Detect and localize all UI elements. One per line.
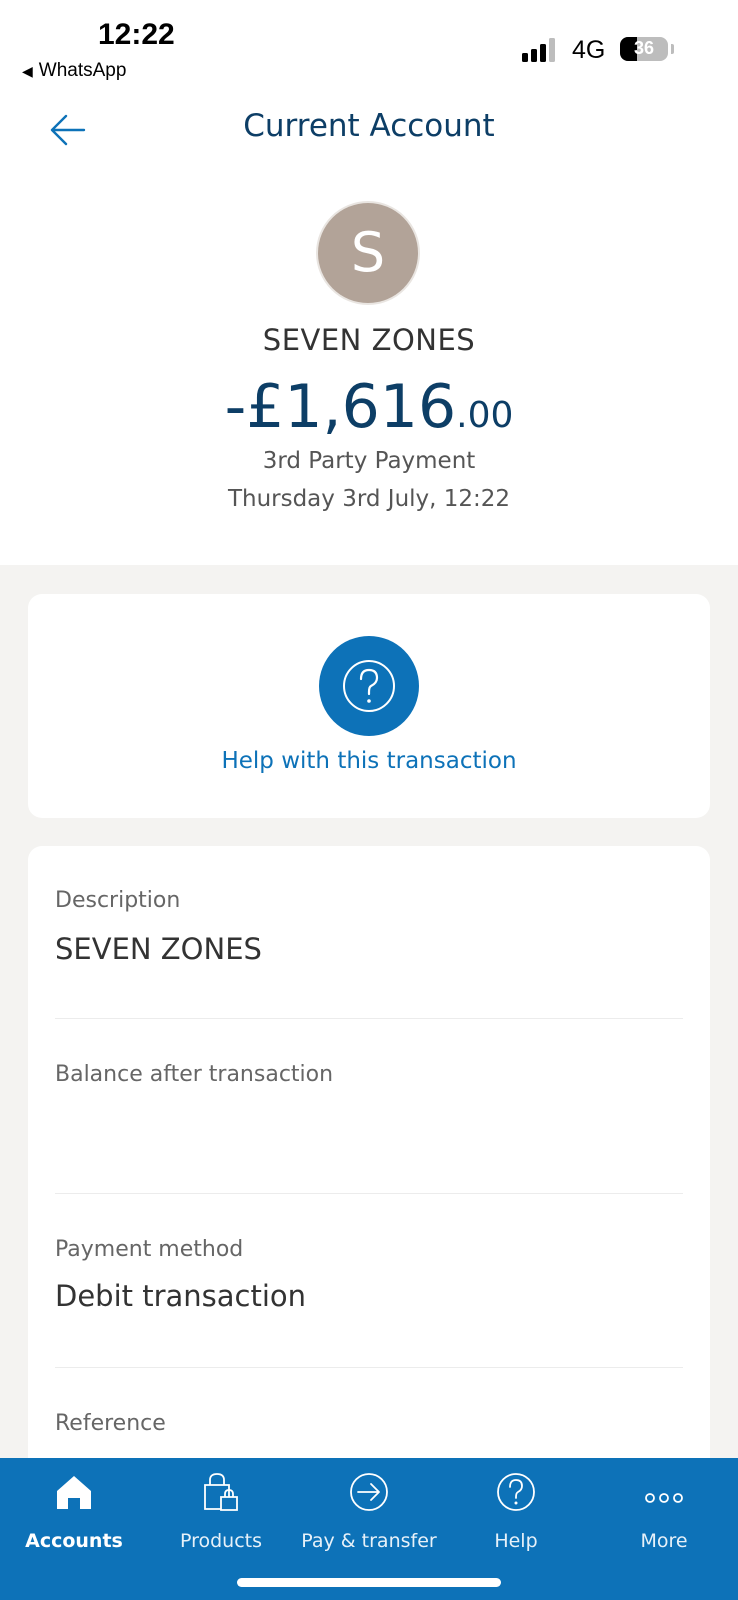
transaction-amount: -£1,616.00 <box>0 372 738 442</box>
nav-label: Products <box>179 1530 263 1552</box>
transaction-type: 3rd Party Payment <box>262 448 476 474</box>
nav-accounts[interactable]: Accounts <box>0 1458 148 1568</box>
network-type: 4G <box>572 36 606 64</box>
nav-label: Help <box>494 1530 538 1552</box>
merchant-name: SEVEN ZONES <box>262 323 476 357</box>
battery-icon: 36 <box>620 37 668 61</box>
nav-more[interactable]: More <box>590 1458 738 1568</box>
home-indicator <box>237 1578 501 1587</box>
nav-pay-transfer[interactable]: Pay & transfer <box>295 1458 443 1568</box>
battery-tip <box>671 44 674 54</box>
signal-strength-icon <box>522 38 560 62</box>
more-dots-icon <box>642 1470 686 1514</box>
payment-method-label: Payment method <box>55 1237 244 1262</box>
transaction-detail-screen: 12:22 ◀ WhatsApp 4G 36 Current Account S … <box>0 0 738 1600</box>
description-value: SEVEN ZONES <box>55 932 262 966</box>
nav-help[interactable]: Help <box>442 1458 590 1568</box>
back-to-app-link[interactable]: ◀ WhatsApp <box>22 60 126 82</box>
status-bar: 12:22 ◀ WhatsApp 4G 36 <box>0 0 738 95</box>
battery-level: 36 <box>633 38 655 58</box>
home-icon <box>52 1470 96 1514</box>
back-app-label: WhatsApp <box>38 60 127 81</box>
amount-main: -£1,616 <box>224 372 457 442</box>
transaction-datetime: Thursday 3rd July, 12:22 <box>227 486 511 512</box>
nav-label: Accounts <box>25 1530 123 1552</box>
merchant-avatar: S <box>318 203 418 303</box>
reference-label: Reference <box>55 1411 166 1436</box>
divider <box>55 1367 683 1368</box>
question-circle-icon[interactable] <box>319 636 419 736</box>
nav-label: Pay & transfer <box>301 1530 437 1552</box>
divider <box>55 1193 683 1194</box>
shopping-bag-icon <box>199 1470 243 1514</box>
description-label: Description <box>55 888 181 913</box>
payment-method-value: Debit transaction <box>55 1279 307 1313</box>
help-card: Help with this transaction <box>28 594 710 818</box>
help-with-transaction-link[interactable]: Help with this transaction <box>28 748 710 774</box>
status-time: 12:22 <box>98 18 175 51</box>
balance-after-label: Balance after transaction <box>55 1062 334 1087</box>
divider <box>55 1018 683 1019</box>
page-title: Current Account <box>243 108 495 144</box>
nav-products[interactable]: Products <box>147 1458 295 1568</box>
nav-label: More <box>640 1530 688 1552</box>
back-triangle-icon: ◀ <box>22 63 33 79</box>
amount-decimals: .00 <box>456 395 514 436</box>
arrow-circle-icon <box>347 1470 391 1514</box>
question-circle-icon <box>494 1470 538 1514</box>
